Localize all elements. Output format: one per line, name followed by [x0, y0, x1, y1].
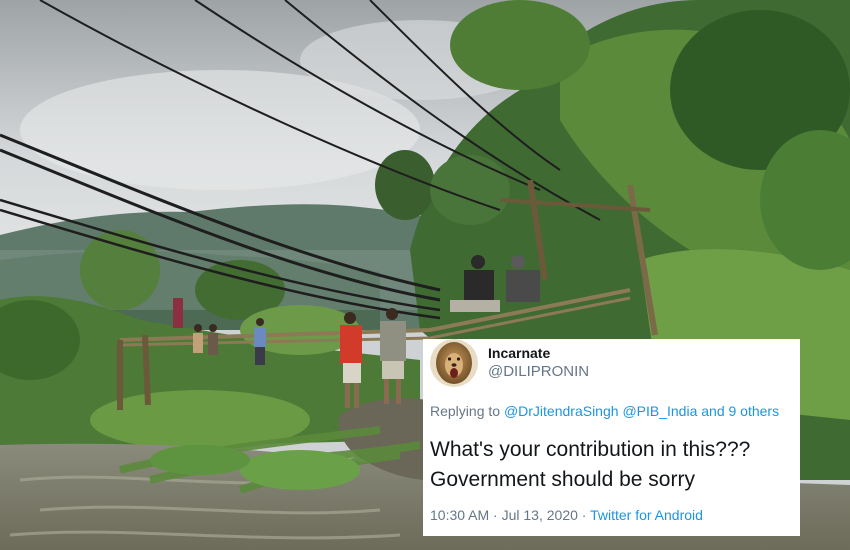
- photo-scene: Incarnate @DILIPRONIN Replying to @DrJit…: [0, 0, 850, 550]
- tweet-metadata: 10:30 AM · Jul 13, 2020 · Twitter for An…: [430, 507, 703, 523]
- user-handle[interactable]: @DILIPRONIN: [488, 363, 589, 380]
- tree-canopy: [375, 150, 435, 220]
- tweet-date[interactable]: Jul 13, 2020: [502, 507, 578, 523]
- leaves: [240, 450, 360, 490]
- tweet-text-line: What's your contribution in this???: [430, 438, 751, 461]
- tweet-source-link[interactable]: Twitter for Android: [590, 507, 703, 523]
- replying-to-label: Replying to: [430, 403, 501, 419]
- display-name[interactable]: Incarnate: [488, 345, 550, 361]
- tweet-card[interactable]: Incarnate @DILIPRONIN Replying to @DrJit…: [423, 339, 800, 536]
- mention-link[interactable]: @DrJitendraSingh: [504, 403, 619, 419]
- mention-link[interactable]: @PIB_India: [622, 403, 697, 419]
- tweet-text-line: Government should be sorry: [430, 468, 695, 491]
- replying-to-line: Replying to @DrJitendraSingh @PIB_India …: [430, 403, 779, 419]
- tweet-time[interactable]: 10:30 AM: [430, 507, 489, 523]
- tweet-separator: ·: [581, 507, 587, 523]
- leaves: [150, 445, 250, 475]
- tweet-text: What's your contribution in this??? Gove…: [430, 435, 795, 495]
- lion-avatar-icon: [430, 339, 478, 387]
- others-link[interactable]: and 9 others: [701, 403, 779, 419]
- user-avatar[interactable]: [430, 339, 478, 387]
- tweet-separator: ·: [493, 507, 498, 523]
- bush: [80, 230, 160, 310]
- tree-canopy: [450, 0, 590, 90]
